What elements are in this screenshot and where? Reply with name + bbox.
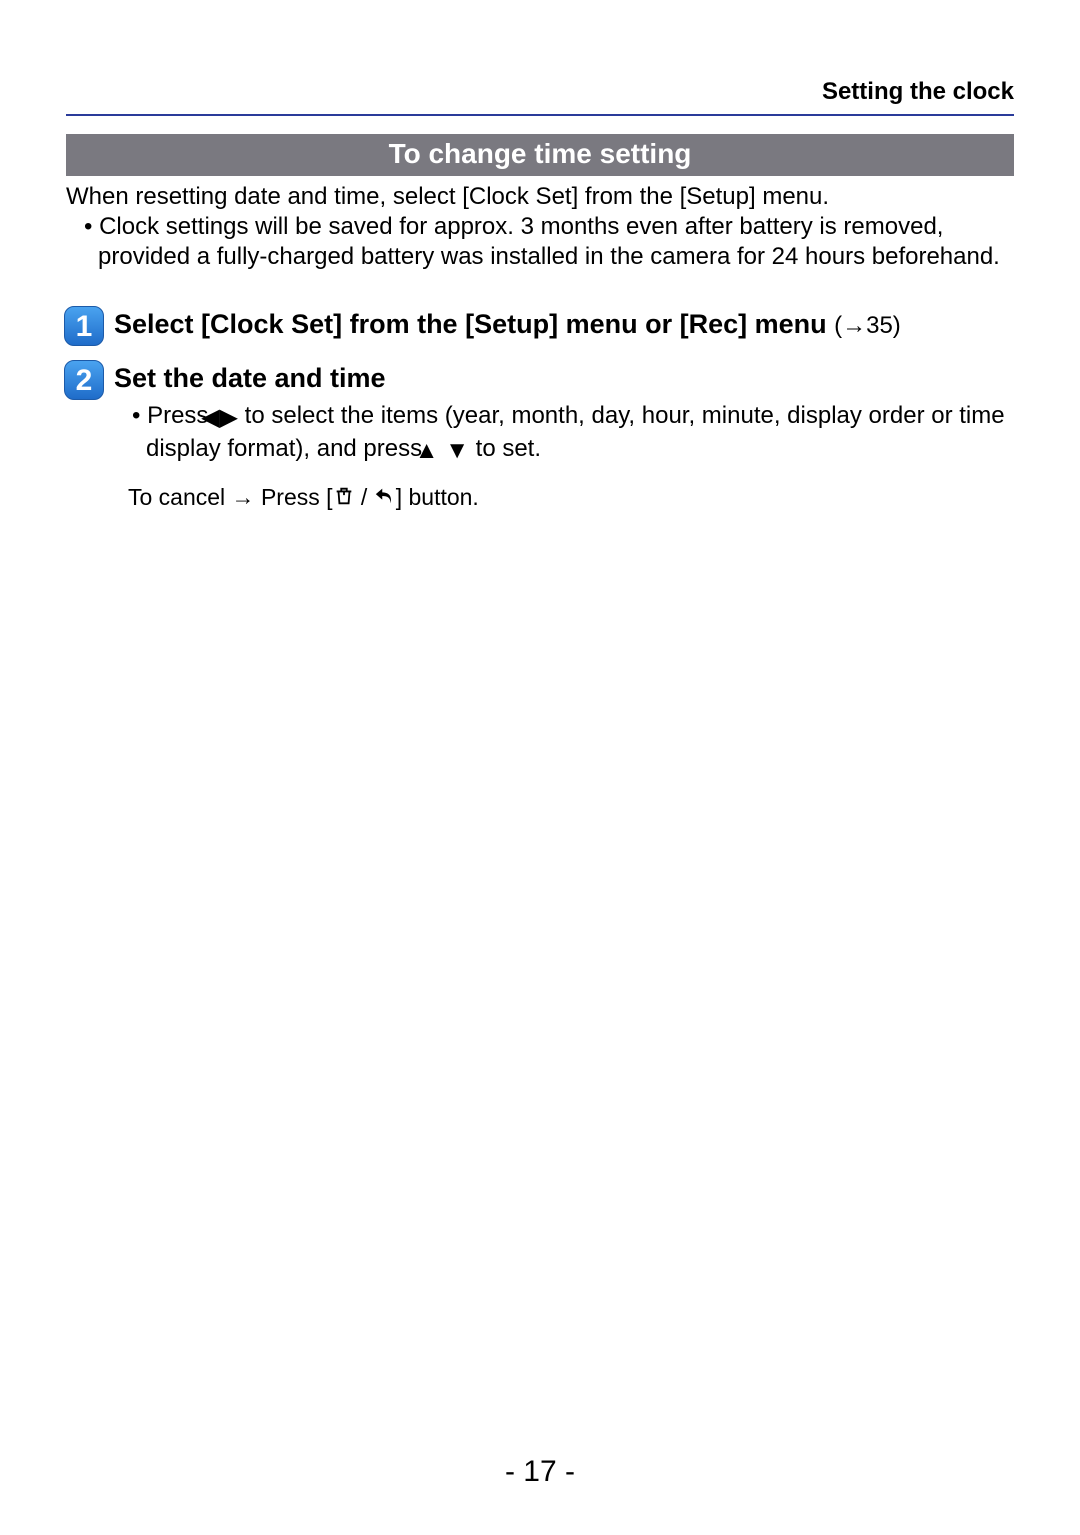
step-badge-1: 1 <box>64 306 104 346</box>
section-title: Setting the clock <box>822 78 1014 105</box>
page-number: - 17 - <box>0 1455 1080 1489</box>
step-1-title: Select [Clock Set] from the [Setup] menu… <box>114 306 1014 342</box>
step-badge-2: 2 <box>64 360 104 400</box>
page-header: Setting the clock <box>66 78 1014 116</box>
step-2-cancel: To cancel → Press [ / ] button. <box>128 484 1014 513</box>
return-icon <box>374 485 396 513</box>
intro-line: When resetting date and time, select [Cl… <box>66 182 1014 212</box>
intro-block: When resetting date and time, select [Cl… <box>66 182 1014 272</box>
step-1: 1 Select [Clock Set] from the [Setup] me… <box>66 306 1014 342</box>
step-1-ref: (→35) <box>834 312 901 339</box>
intro-bullet: Clock settings will be saved for approx.… <box>80 212 1014 272</box>
step-2-title: Set the date and time <box>114 360 1014 396</box>
subsection-bar: To change time setting <box>66 134 1014 176</box>
up-down-icon: ▲ ▼ <box>429 436 469 467</box>
step-2-bullet: Press ◀▶ to select the items (year, mont… <box>128 401 1014 466</box>
left-right-icon: ◀▶ <box>215 403 238 434</box>
step-2: 2 Set the date and time Press ◀▶ to sele… <box>66 360 1014 513</box>
trash-icon <box>333 485 355 513</box>
subsection-title: To change time setting <box>389 138 692 169</box>
